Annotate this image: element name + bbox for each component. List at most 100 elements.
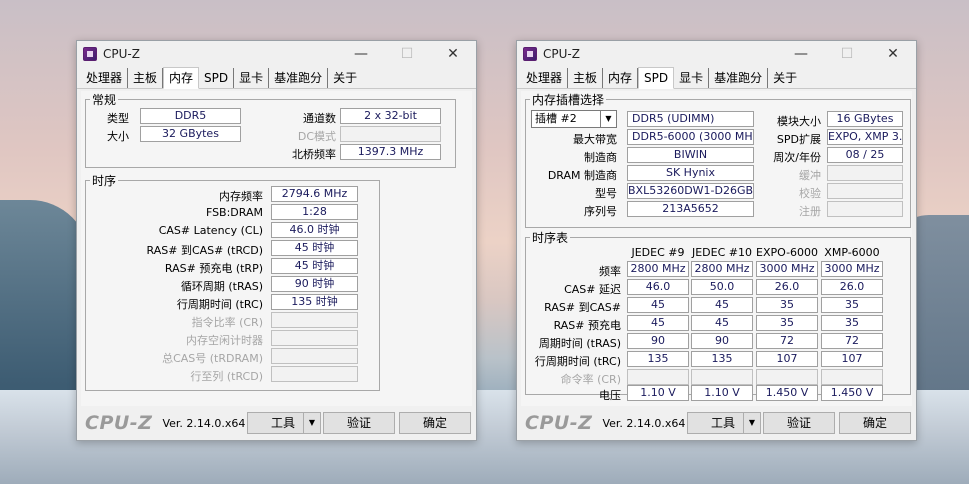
part-number-label: 型号 <box>595 187 617 200</box>
timing-table-legend: 时序表 <box>532 231 569 245</box>
chevron-down-icon: ▼ <box>308 418 316 427</box>
channels-value: 2 x 32-bit <box>340 108 441 124</box>
tools-dropdown-button[interactable]: ▼ <box>303 412 321 434</box>
max-bandwidth-value: DDR5-6000 (3000 MHz) <box>627 129 754 145</box>
tab-cpu[interactable]: 处理器 <box>81 68 129 88</box>
close-button[interactable]: ✕ <box>430 41 476 67</box>
title-bar[interactable]: CPU-Z — ☐ ✕ <box>77 41 476 67</box>
footer-bar: CPU-Z Ver. 2.14.0.x64 工具 ▼ 验证 确定 <box>517 406 916 440</box>
cpuz-logo: CPU-Z <box>85 412 153 434</box>
cell: 1.450 V <box>756 385 818 401</box>
tab-bar: 处理器 主板 内存 SPD 显卡 基准跑分 关于 <box>517 67 916 89</box>
cell: 72 <box>756 333 818 349</box>
week-year-label: 周次/年份 <box>773 151 821 164</box>
dc-mode-label: DC模式 <box>297 130 336 143</box>
dram-manufacturer-label: DRAM 制造商 <box>547 169 617 182</box>
cell: 45 <box>627 297 689 313</box>
size-label: 大小 <box>107 130 129 143</box>
spd-ext-label: SPD扩展 <box>776 133 821 146</box>
cpuz-window-memory[interactable]: CPU-Z — ☐ ✕ 处理器 主板 内存 SPD 显卡 基准跑分 关于 常规 … <box>76 40 477 441</box>
cell: 2800 MHz <box>627 261 689 277</box>
window-title: CPU-Z <box>543 47 580 61</box>
timing-value <box>271 366 358 382</box>
tab-about[interactable]: 关于 <box>768 68 802 88</box>
close-button[interactable]: ✕ <box>870 41 916 67</box>
buffer-label: 缓冲 <box>799 169 821 182</box>
timings-legend: 时序 <box>92 174 117 188</box>
timing-value: 1:28 <box>271 204 358 220</box>
cell: 35 <box>821 315 883 331</box>
registered-label: 注册 <box>799 205 821 218</box>
cell: 107 <box>821 351 883 367</box>
tab-spd[interactable]: SPD <box>638 67 675 89</box>
tab-bar: 处理器 主板 内存 SPD 显卡 基准跑分 关于 <box>77 67 476 89</box>
channels-label: 通道数 <box>303 112 336 125</box>
serial-number-value: 213A5652 <box>627 201 754 217</box>
timing-label: RAS# 到CAS# (tRCD) <box>146 244 263 257</box>
cell: 45 <box>627 315 689 331</box>
cell: 35 <box>821 297 883 313</box>
row-label: RAS# 到CAS# <box>544 301 621 314</box>
cpuz-window-spd[interactable]: CPU-Z — ☐ ✕ 处理器 主板 内存 SPD 显卡 基准跑分 关于 内存插… <box>516 40 917 441</box>
tab-bench[interactable]: 基准跑分 <box>709 68 769 88</box>
timing-value: 135 时钟 <box>271 294 358 310</box>
timing-label: RAS# 预充电 (tRP) <box>164 262 263 275</box>
tab-spd[interactable]: SPD <box>199 68 235 88</box>
week-year-value: 08 / 25 <box>827 147 903 163</box>
cell: 50.0 <box>691 279 753 295</box>
cell: 90 <box>627 333 689 349</box>
chevron-down-icon: ▼ <box>600 111 616 127</box>
timing-value: 45 时钟 <box>271 258 358 274</box>
cell: 107 <box>756 351 818 367</box>
row-label: 频率 <box>599 265 621 278</box>
spd-ext-value: EXPO, XMP 3.0 <box>827 129 903 145</box>
cell: 46.0 <box>627 279 689 295</box>
slot-select[interactable]: 插槽 #2 ▼ <box>531 110 617 128</box>
tab-graphics[interactable]: 显卡 <box>234 68 270 88</box>
title-bar[interactable]: CPU-Z — ☐ ✕ <box>517 41 916 67</box>
tab-about[interactable]: 关于 <box>328 68 362 88</box>
footer-bar: CPU-Z Ver. 2.14.0.x64 工具 ▼ 验证 确定 <box>77 406 476 440</box>
nb-freq-label: 北桥频率 <box>292 148 336 161</box>
checksum-label: 校验 <box>799 187 821 200</box>
registered-value <box>827 201 903 217</box>
maximize-button: ☐ <box>840 46 854 62</box>
cell: 35 <box>756 315 818 331</box>
tab-graphics[interactable]: 显卡 <box>674 68 710 88</box>
timing-label: 行周期时间 (tRC) <box>176 298 263 311</box>
serial-number-label: 序列号 <box>584 205 617 218</box>
tab-mainboard[interactable]: 主板 <box>128 68 164 88</box>
cell: 3000 MHz <box>821 261 883 277</box>
manufacturer-value: BIWIN <box>627 147 754 163</box>
row-label: 周期时间 (tRAS) <box>538 337 621 350</box>
module-size-label: 模块大小 <box>777 115 821 128</box>
type-label: 类型 <box>107 112 129 125</box>
tab-memory[interactable]: 内存 <box>603 68 639 88</box>
cell: 135 <box>691 351 753 367</box>
module-size-value: 16 GBytes <box>827 111 903 127</box>
nb-freq-value: 1397.3 MHz <box>340 144 441 160</box>
timing-value <box>271 330 358 346</box>
verify-button[interactable]: 验证 <box>763 412 835 434</box>
tab-mainboard[interactable]: 主板 <box>568 68 604 88</box>
chevron-down-icon: ▼ <box>748 418 756 427</box>
cell: 45 <box>691 297 753 313</box>
verify-button[interactable]: 验证 <box>323 412 395 434</box>
cpuz-app-icon <box>523 47 537 61</box>
minimize-button[interactable]: — <box>778 41 824 67</box>
checksum-value <box>827 183 903 199</box>
ok-button[interactable]: 确定 <box>839 412 911 434</box>
row-label: 电压 <box>599 389 621 402</box>
tab-bench[interactable]: 基准跑分 <box>269 68 329 88</box>
column-header: JEDEC #10 <box>691 246 752 259</box>
tools-dropdown-button[interactable]: ▼ <box>743 412 761 434</box>
tab-memory[interactable]: 内存 <box>163 67 200 89</box>
cell: 2800 MHz <box>691 261 753 277</box>
ok-button[interactable]: 确定 <box>399 412 471 434</box>
cell: 1.10 V <box>691 385 753 401</box>
minimize-button[interactable]: — <box>338 41 384 67</box>
buffer-value <box>827 165 903 181</box>
tab-cpu[interactable]: 处理器 <box>521 68 569 88</box>
size-value: 32 GBytes <box>140 126 241 142</box>
timing-value: 2794.6 MHz <box>271 186 358 202</box>
